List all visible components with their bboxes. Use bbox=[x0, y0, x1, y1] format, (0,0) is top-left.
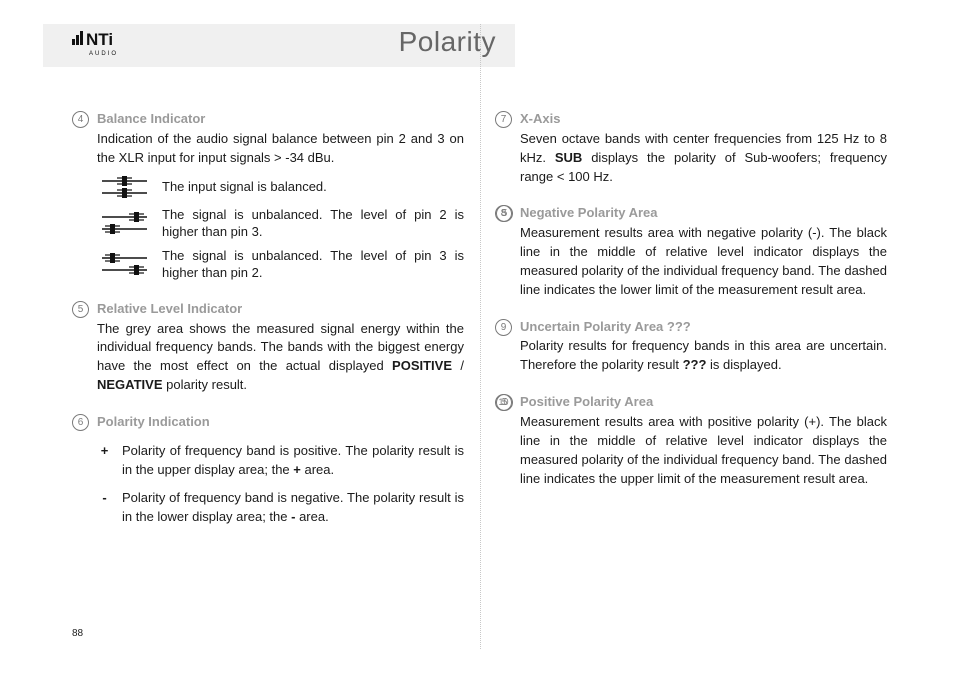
text-bold: + bbox=[293, 462, 301, 477]
item-number-5: 5 bbox=[72, 301, 89, 318]
heading: X-Axis bbox=[520, 110, 887, 129]
plus-icon: + bbox=[97, 442, 112, 461]
column-separator bbox=[480, 24, 481, 649]
item-number-9: 9 bbox=[495, 319, 512, 336]
item-number-7: 7 bbox=[495, 111, 512, 128]
polarity-negative-row: - Polarity of frequency band is negative… bbox=[97, 489, 464, 527]
page-number: 88 bbox=[72, 627, 83, 642]
item-uncertain-polarity: 9 Uncertain Polarity Area ??? Polarity r… bbox=[495, 318, 887, 376]
balance-icon-balanced bbox=[97, 174, 152, 200]
text: polarity result. bbox=[163, 377, 248, 392]
body-text: The grey area shows the measured signal … bbox=[97, 320, 464, 395]
text: area. bbox=[301, 462, 334, 477]
text: / bbox=[452, 358, 464, 373]
ref-5-icon: 5 bbox=[496, 394, 513, 411]
item-balance-indicator: 4 Balance Indicator Indication of the au… bbox=[72, 110, 464, 282]
balance-row-pin2high: The signal is unbalanced. The level of p… bbox=[97, 206, 464, 241]
item-polarity-indication: 6 Polarity Indication + Polarity of freq… bbox=[72, 413, 464, 527]
body-text: Measurement results area with negative p… bbox=[520, 224, 887, 299]
balance-row-pin3high: The signal is unbalanced. The level of p… bbox=[97, 247, 464, 282]
text: Polarity of frequency band is negative. … bbox=[122, 489, 464, 527]
balance-text: The input signal is balanced. bbox=[162, 178, 464, 196]
heading: Negative Polarity Area bbox=[520, 204, 887, 223]
heading: Balance Indicator bbox=[97, 110, 464, 129]
svg-text:NTi: NTi bbox=[86, 31, 113, 49]
svg-text:AUDIO: AUDIO bbox=[89, 51, 118, 57]
heading: Uncertain Polarity Area ??? bbox=[520, 318, 887, 337]
text: area. bbox=[295, 509, 328, 524]
balance-icon-pin2high bbox=[97, 210, 152, 236]
body-text: Indication of the audio signal balance b… bbox=[97, 130, 464, 168]
text-bold: SUB bbox=[555, 150, 582, 165]
balance-icon-pin3high bbox=[97, 251, 152, 277]
text: is displayed. bbox=[706, 357, 781, 372]
item-negative-polarity: 8 Negative Polarity Area Measurement res… bbox=[495, 204, 887, 299]
page-title: Polarity bbox=[399, 22, 496, 63]
right-column: 7 X-Axis Seven octave bands with center … bbox=[495, 110, 887, 506]
item-relative-level: 5 Relative Level Indicator The grey area… bbox=[72, 300, 464, 395]
heading: Positive Polarity Area bbox=[520, 393, 887, 412]
ref-5-icon: 5 bbox=[496, 205, 513, 222]
polarity-positive-row: + Polarity of frequency band is positive… bbox=[97, 442, 464, 480]
item-number-6: 6 bbox=[72, 414, 89, 431]
balance-text: The signal is unbalanced. The level of p… bbox=[162, 247, 464, 282]
item-number-4: 4 bbox=[72, 111, 89, 128]
body-text: Seven octave bands with center frequenci… bbox=[520, 130, 887, 187]
left-column: 4 Balance Indicator Indication of the au… bbox=[72, 110, 464, 545]
text-bold: POSITIVE bbox=[392, 358, 452, 373]
item-x-axis: 7 X-Axis Seven octave bands with center … bbox=[495, 110, 887, 186]
body-text: Polarity results for frequency bands in … bbox=[520, 337, 887, 375]
balance-row-balanced: The input signal is balanced. bbox=[97, 174, 464, 200]
item-positive-polarity: 10 Positive Polarity Area Measurement re… bbox=[495, 393, 887, 488]
minus-icon: - bbox=[97, 489, 112, 508]
heading: Polarity Indication bbox=[97, 413, 464, 432]
text: Polarity of frequency band is positive. … bbox=[122, 442, 464, 480]
nti-audio-logo: NTi AUDIO bbox=[72, 31, 132, 61]
heading: Relative Level Indicator bbox=[97, 300, 464, 319]
text-bold: ??? bbox=[683, 357, 707, 372]
text-bold: NEGATIVE bbox=[97, 377, 163, 392]
balance-text: The signal is unbalanced. The level of p… bbox=[162, 206, 464, 241]
body-text: Measurement results area with positive p… bbox=[520, 413, 887, 488]
